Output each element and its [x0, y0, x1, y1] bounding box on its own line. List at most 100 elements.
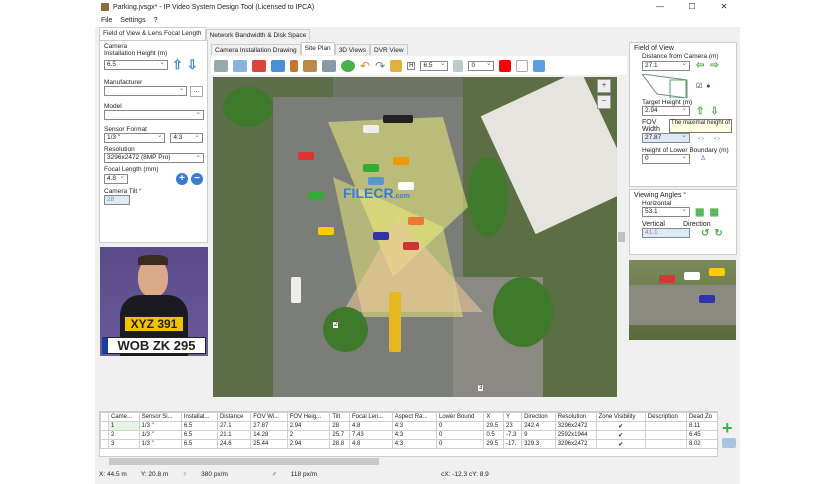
row-selector[interactable]	[100, 430, 109, 440]
table-cell[interactable]: 1/3 "	[138, 439, 182, 449]
focal-length-select[interactable]: 4.8	[104, 173, 128, 184]
distance-decrease-icon[interactable]: ⇦	[696, 60, 704, 71]
map-vertical-scrollbar[interactable]	[617, 77, 626, 397]
menu-settings[interactable]: Settings	[120, 17, 145, 24]
site-plan-map[interactable]: FILECR.com 2 3 + −	[213, 77, 617, 397]
table-cell[interactable]: 329.3	[521, 439, 556, 449]
tab-network-bandwidth[interactable]: Network Bandwidth & Disk Space	[205, 29, 311, 40]
table-cell[interactable]: 23	[503, 421, 523, 431]
camera-tool-icon[interactable]	[214, 59, 228, 72]
table-cell[interactable]: 4:3	[391, 439, 438, 449]
column-header[interactable]: Distance	[216, 412, 252, 422]
table-cell[interactable]: 242.4	[521, 421, 556, 431]
angle-wide-icon[interactable]: ▦	[709, 207, 718, 218]
table-cell[interactable]: 4.8	[349, 439, 393, 449]
column-header[interactable]: Came...	[108, 412, 140, 422]
table-cell[interactable]: 8.02	[685, 439, 717, 449]
horizontal-angle-select[interactable]: 53.1	[642, 206, 690, 217]
target-up-icon[interactable]: ⇧	[696, 106, 704, 117]
column-header[interactable]: Aspect Ra...	[391, 412, 438, 422]
column-header[interactable]: FOV Wi...	[250, 412, 288, 422]
map-zoom-in-button[interactable]: +	[597, 79, 611, 93]
column-header[interactable]: Sensor Si...	[138, 412, 182, 422]
scrollbar-thumb[interactable]	[618, 232, 625, 242]
table-cell[interactable]: 8.11	[685, 421, 717, 431]
column-header[interactable]: Direction	[521, 412, 556, 422]
close-button[interactable]: ✕	[708, 0, 740, 14]
camera-tilt-field[interactable]: 28	[104, 195, 130, 205]
decrease-height-icon[interactable]: ⇩	[187, 57, 198, 73]
area-tool-icon[interactable]	[271, 59, 285, 72]
male-target-checkbox[interactable]: ☑	[696, 82, 702, 90]
tree-tool-icon[interactable]	[341, 59, 355, 72]
table-cell[interactable]: 6.45	[685, 430, 717, 440]
table-cell[interactable]	[644, 439, 687, 449]
table-cell[interactable]: 4:3	[391, 421, 438, 431]
height-select[interactable]: 6.5	[420, 60, 449, 71]
table-cell[interactable]	[644, 430, 687, 440]
tab-field-of-view[interactable]: Field of View & Lens Focal Length	[99, 27, 206, 40]
column-header[interactable]: Tilt	[329, 412, 350, 422]
tab-dvr-view[interactable]: DVR View	[370, 44, 408, 55]
table-cell[interactable]: 14.28	[250, 430, 288, 440]
table-cell[interactable]: 3296x2472	[554, 421, 597, 431]
table-cell[interactable]: 2.94	[286, 439, 331, 449]
table-cell[interactable]: ✔	[595, 421, 646, 431]
tab-camera-installation-drawing[interactable]: Camera Installation Drawing	[211, 44, 301, 55]
table-cell[interactable]: 27.1	[216, 421, 252, 431]
add-camera-button[interactable]: +	[722, 418, 733, 439]
column-header[interactable]: Resolution	[554, 412, 597, 422]
table-cell[interactable]: ✔	[595, 439, 646, 449]
table-cell[interactable]: 29.5	[483, 439, 505, 449]
car-tool-icon[interactable]	[322, 59, 336, 72]
column-header[interactable]: Lower Bound	[435, 412, 485, 422]
border-style-picker[interactable]	[516, 59, 529, 72]
zoom-in-focal-icon[interactable]: +	[176, 173, 188, 185]
table-cell[interactable]	[644, 421, 687, 431]
table-cell[interactable]: 9	[521, 430, 556, 440]
model-select[interactable]	[104, 109, 204, 120]
row-selector[interactable]	[100, 439, 109, 449]
row-selector[interactable]	[100, 421, 109, 431]
table-cell[interactable]: 21.1	[216, 430, 252, 440]
table-cell[interactable]: -7.3	[503, 430, 523, 440]
table-cell[interactable]: 4.8	[349, 421, 393, 431]
tab-3d-views[interactable]: 3D Views	[334, 44, 371, 55]
table-cell[interactable]: 25.7	[329, 430, 350, 440]
table-cell[interactable]: 2.94	[286, 421, 331, 431]
table-cell[interactable]: 0	[435, 439, 485, 449]
table-cell[interactable]: -17.	[503, 439, 523, 449]
maximize-button[interactable]: ☐	[676, 0, 708, 14]
vertical-angle-field[interactable]: 41.1	[642, 228, 690, 238]
distance-increase-icon[interactable]: ⇨	[710, 60, 718, 71]
fov-width-narrow-icon[interactable]: ⇔	[696, 133, 706, 144]
map-zoom-out-button[interactable]: −	[597, 95, 611, 109]
table-cell[interactable]: 0	[435, 430, 485, 440]
sensor-format-select[interactable]: 1/3 "	[104, 132, 166, 143]
manufacturer-select[interactable]	[104, 85, 188, 96]
resolution-select[interactable]: 3296x2472 (8MP Pro)	[104, 152, 204, 163]
table-cell[interactable]: 4:3	[391, 430, 438, 440]
column-header[interactable]: X	[483, 412, 505, 422]
camera-marker-3[interactable]: 3	[478, 385, 484, 391]
table-cell[interactable]: 1/3 "	[138, 430, 182, 440]
table-cell[interactable]: 0.5	[483, 430, 505, 440]
angle-select[interactable]: 0	[468, 60, 495, 71]
menu-help[interactable]: ?	[154, 17, 158, 24]
table-cell[interactable]: 25.44	[250, 439, 288, 449]
wall-tool-icon[interactable]	[252, 59, 266, 72]
table-cell[interactable]: 3296x2472	[554, 439, 597, 449]
table-row[interactable]: 2 1/3 " 6.5 21.1 14.28 2 25.7 7.43 4:3 0 0.5 -7.3 9 2…	[100, 430, 717, 440]
redo-icon[interactable]: ↷	[375, 59, 385, 73]
table-cell[interactable]: 28.8	[329, 439, 350, 449]
table-row[interactable]: 1 1/3 " 6.5 27.1 27.87 2.94 28 4.8 4:3 0 29.5 23 242…	[100, 421, 717, 431]
table-cell[interactable]: 2	[108, 430, 140, 440]
rotate-left-icon[interactable]: ↺	[701, 228, 709, 239]
target-down-icon[interactable]: ⇩	[710, 106, 718, 117]
table-cell[interactable]: 2	[286, 430, 331, 440]
increase-height-icon[interactable]: ⇧	[172, 57, 183, 73]
menu-file[interactable]: File	[101, 17, 112, 24]
installation-height-select[interactable]: 6.5	[104, 59, 168, 70]
table-cell[interactable]: 2592x1944	[554, 430, 597, 440]
undo-icon[interactable]: ↶	[360, 59, 370, 73]
